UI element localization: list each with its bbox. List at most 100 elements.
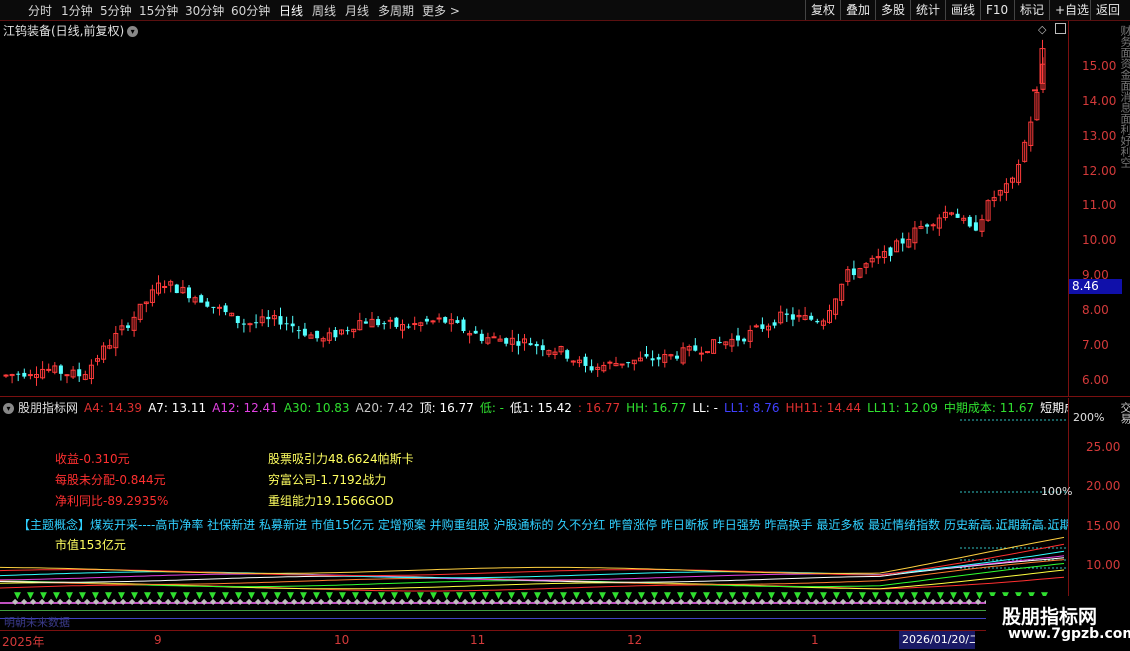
period-more[interactable]: 更多 > [422,2,460,19]
indicator-value: HH: 16.77 [626,401,687,415]
f10-button[interactable]: F10 [980,0,1014,20]
svg-text:▼: ▼ [729,591,736,601]
stats-button[interactable]: 统计 [910,0,945,20]
date-label: 10 [334,633,350,647]
date-label: 12 [627,633,643,647]
indicator-value: A20: 7.42 [355,401,414,415]
svg-text:▼: ▼ [885,591,892,601]
bottom-note: 明朝未来数据 [4,616,70,629]
svg-text:▼: ▼ [144,591,151,601]
indicator-value: 短期成本: 14.90 [1040,401,1068,415]
mark-button[interactable]: 标记 [1014,0,1049,20]
y-tick: 10.00 [1086,558,1121,572]
attraction-label: 股票吸引力48.6624帕斯卡 [268,452,414,466]
date-label: 11 [470,633,486,647]
period-60min[interactable]: 60分钟 [231,2,270,19]
svg-text:▼: ▼ [287,591,294,601]
period-5min[interactable]: 5分钟 [100,2,132,19]
y-tick: 20.00 [1086,479,1121,493]
svg-text:▼: ▼ [911,591,918,601]
indicator-chart: ◆ ◆ ◆ ◆ ◆ ◆ ◆ ◆ ◆ ◆ ◆ ◆ ◆ ◆ ◆ ◆ ◆ ◆ ◆ ◆ ◆ ◆ ◆ ◆ ◆ ◆ ◆ ◆ ◆ ◆ ◆ ◆ ◆ ◆ ◆ ◆ ◆ ◆ ◆ ◆… [0,419,1068,619]
svg-text:▼: ▼ [27,591,34,601]
svg-text:▼: ▼ [768,591,775,601]
svg-text:▼: ▼ [352,591,359,601]
svg-text:▼: ▼ [196,591,203,601]
y-tick: 25.00 [1086,440,1121,454]
rich-poor-label: 穷富公司-1.7192战力 [268,473,387,487]
svg-text:▼: ▼ [742,591,749,601]
svg-text:▼: ▼ [391,591,398,601]
period-weekly[interactable]: 周线 [312,2,336,19]
date-label: 9 [154,633,162,647]
period-monthly[interactable]: 月线 [345,2,369,19]
period-daily[interactable]: 日线 [279,2,303,19]
back-button[interactable]: 返回 [1090,0,1130,20]
indicator-value: 顶: 16.77 [419,401,474,415]
svg-text:▼: ▼ [105,591,112,601]
panel-toggle-icon[interactable] [1055,23,1066,34]
period-toolbar: 分时 1分钟 5分钟 15分钟 30分钟 60分钟 日线 周线 月线 多周期 更… [0,0,1130,21]
svg-text:▼: ▼ [664,591,671,601]
indicator-name[interactable]: 股朋指标网 [18,401,78,415]
svg-text:▼: ▼ [183,591,190,601]
svg-text:▼: ▼ [456,591,463,601]
svg-text:▼: ▼ [157,591,164,601]
svg-text:◆: ◆ [345,597,352,606]
adjust-button[interactable]: 复权 [805,0,840,20]
svg-text:▼: ▼ [79,591,86,601]
y-tick: 6.00 [1082,373,1109,387]
svg-text:▼: ▼ [846,591,853,601]
net-profit-yoy-label: 净利同比-89.2935% [55,494,169,508]
svg-text:▼: ▼ [599,591,606,601]
svg-text:▼: ▼ [378,591,385,601]
overlay-button[interactable]: 叠加 [840,0,875,20]
svg-text:▼: ▼ [248,591,255,601]
draw-line-button[interactable]: 画线 [945,0,980,20]
y-tick: 8.00 [1082,303,1109,317]
svg-text:▼: ▼ [924,591,931,601]
svg-text:▼: ▼ [898,591,905,601]
panel-separator[interactable] [0,396,1130,397]
svg-text:▼: ▼ [274,591,281,601]
indicator-panel[interactable]: ◆ ◆ ◆ ◆ ◆ ◆ ◆ ◆ ◆ ◆ ◆ ◆ ◆ ◆ ◆ ◆ ◆ ◆ ◆ ◆ ◆ ◆ ◆ ◆ ◆ ◆ ◆ ◆ ◆ ◆ ◆ ◆ ◆ ◆ ◆ ◆ ◆ ◆ ◆ ◆… [0,398,1068,630]
svg-text:▼: ▼ [534,591,541,601]
y-tick: 11.00 [1082,198,1117,212]
indicator-values: A4: 14.39 A7: 13.11 A12: 12.41 A30: 10.83 A2… [78,401,1068,415]
period-1min[interactable]: 1分钟 [61,2,93,19]
candlestick-panel[interactable]: 江钨装备(日线,前复权) ▾ ◇ [0,21,1068,396]
svg-text:▼: ▼ [365,591,372,601]
trade-tab-vertical[interactable]: 交易 [1117,402,1130,424]
multi-stock-button[interactable]: 多股 [875,0,910,20]
y-tick: 10.00 [1082,233,1117,247]
svg-text:▼: ▼ [573,591,580,601]
svg-text:◆: ◆ [228,597,235,606]
indicator-value: A30: 10.83 [283,401,350,415]
svg-text:▼: ▼ [586,591,593,601]
info-tabs-vertical[interactable]: 财务面资金面消息面利好利空 [1117,25,1130,393]
watermark-url: www.7gpzb.com [1008,626,1130,642]
svg-text:▼: ▼ [14,591,21,601]
svg-text:▼: ▼ [950,591,957,601]
period-multi[interactable]: 多周期 [378,2,414,19]
period-30min[interactable]: 30分钟 [185,2,224,19]
period-15min[interactable]: 15分钟 [139,2,178,19]
svg-text:▼: ▼ [781,591,788,601]
indicator-value: 中期成本: 11.67 [943,401,1035,415]
y-tick: 100% [1041,485,1073,498]
svg-text:▼: ▼ [235,591,242,601]
period-intraday[interactable]: 分时 [28,2,52,19]
y-tick: 200% [1073,411,1105,424]
svg-text:◆: ◆ [579,597,586,606]
indicator-value: A4: 14.39 [84,401,143,415]
svg-text:▼: ▼ [807,591,814,601]
candlestick-chart [3,39,1046,386]
indicator-value: A7: 13.11 [148,401,207,415]
chevron-down-icon[interactable]: ▾ [127,26,139,37]
chevron-down-icon[interactable]: ▾ [3,403,14,414]
svg-text:▼: ▼ [482,591,489,601]
diamond-icon[interactable]: ◇ [1038,23,1046,36]
svg-text:▼: ▼ [560,591,567,601]
svg-text:▼: ▼ [300,591,307,601]
eps-label: 收益-0.310元 [55,452,130,466]
add-watchlist-button[interactable]: +自选 [1049,0,1090,20]
